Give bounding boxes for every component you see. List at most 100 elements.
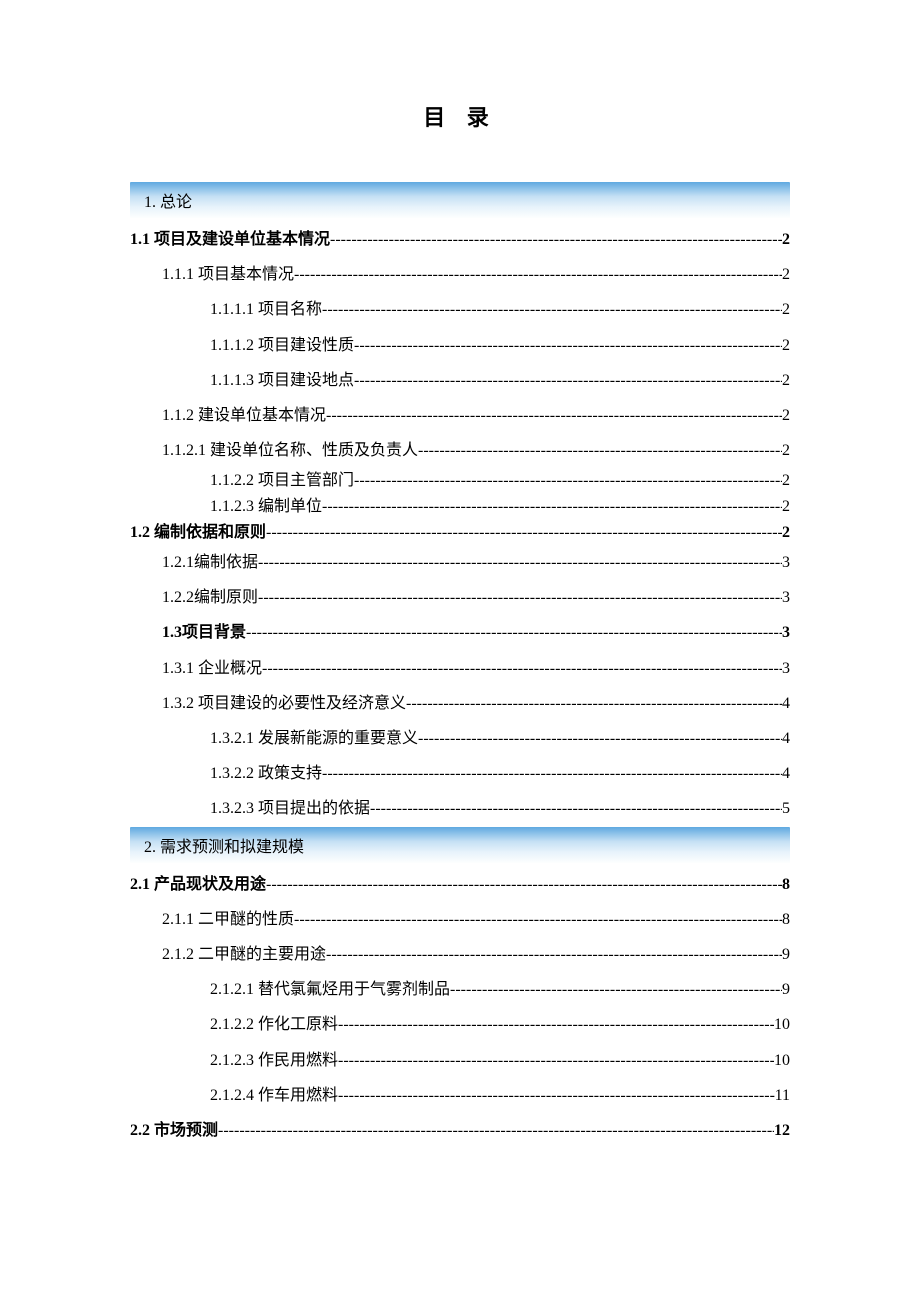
toc-leader-line [354,328,782,363]
toc-entry-label: 1.3.2.3 项目提出的依据 [210,791,370,826]
toc-leader-line [322,756,782,791]
toc-leader-line [370,791,782,826]
toc-entry-label: 1.1.2.3 编制单位 [210,494,322,520]
toc-leader-line [330,222,782,257]
toc-leader-line [418,433,782,468]
toc-entry: 2.1.2.1 替代氯氟烃用于气雾剂制品 9 [130,972,790,1007]
toc-entry-label: 1.1.1.1 项目名称 [210,292,322,327]
toc-leader-line [322,292,782,327]
toc-entry: 2.1.1 二甲醚的性质 8 [130,902,790,937]
toc-entry-label: 2.1.2.3 作民用燃料 [210,1043,338,1078]
toc-leader-line [406,686,782,721]
toc-entry-label: 2.1.1 二甲醚的性质 [162,902,294,937]
toc-entry-page: 2 [782,494,790,520]
toc-leader-line [354,468,782,494]
toc-entry: 2.1 产品现状及用途 8 [130,867,790,902]
toc-leader-line [262,651,782,686]
toc-entry: 1.1.2.3 编制单位 2 [130,494,790,520]
toc-entry-page: 10 [774,1043,790,1078]
toc-entry-page: 2 [782,257,790,292]
toc-entry: 2.1.2.2 作化工原料 10 [130,1007,790,1042]
section-header: 2. 需求预测和拟建规模 [130,827,790,863]
toc-leader-line [258,580,782,615]
toc-leader-line [266,520,782,546]
toc-leader-line [338,1043,774,1078]
toc-leader-line [294,902,782,937]
toc-entry: 1.3.2.3 项目提出的依据 5 [130,791,790,826]
toc-entry-label: 2.1.2.4 作车用燃料 [210,1078,338,1113]
toc-entry: 1.2.2编制原则 3 [130,580,790,615]
toc-entry: 1.1.1.3 项目建设地点 2 [130,363,790,398]
toc-entry-page: 4 [782,756,790,791]
toc-entry-page: 5 [782,791,790,826]
toc-leader-line [326,937,782,972]
toc-entry-page: 2 [782,433,790,468]
toc-entry-label: 1.3.2 项目建设的必要性及经济意义 [162,686,406,721]
toc-leader-line [266,867,782,902]
toc-entry: 2.2 市场预测 12 [130,1113,790,1148]
toc-entry-page: 8 [782,902,790,937]
toc-entry-label: 2.2 市场预测 [130,1113,218,1148]
document-title: 目 录 [130,100,790,132]
toc-entry-label: 1.3.1 企业概况 [162,651,262,686]
toc-entry: 1.1.1 项目基本情况 2 [130,257,790,292]
toc-entry: 2.1.2 二甲醚的主要用途 9 [130,937,790,972]
toc-entry-page: 2 [782,398,790,433]
toc-entry: 1.1.1.2 项目建设性质 2 [130,328,790,363]
toc-entry-page: 2 [782,292,790,327]
toc-leader-line [218,1113,774,1148]
toc-entry: 1.1.2 建设单位基本情况 2 [130,398,790,433]
toc-entry-page: 11 [775,1078,790,1113]
toc-entry: 2.1.2.4 作车用燃料 11 [130,1078,790,1113]
toc-entry-page: 2 [782,363,790,398]
toc-entry-label: 1.1 项目及建设单位基本情况 [130,222,330,257]
toc-entry-label: 1.3.2.2 政策支持 [210,756,322,791]
toc-leader-line [258,545,782,580]
toc-entry: 1.3项目背景 3 [130,615,790,650]
toc-entry: 1.1 项目及建设单位基本情况 2 [130,222,790,257]
toc-entry-page: 10 [774,1007,790,1042]
toc-entry-page: 3 [782,615,790,650]
toc-entry: 1.3.1 企业概况3 [130,651,790,686]
toc-leader-line [450,972,782,1007]
toc-leader-line [246,615,782,650]
toc-entry: 2.1.2.3 作民用燃料 10 [130,1043,790,1078]
toc-leader-line [354,363,782,398]
toc-leader-line [294,257,782,292]
toc-entry-label: 1.2.2编制原则 [162,580,258,615]
toc-leader-line [418,721,782,756]
toc-entry-label: 1.1.1.3 项目建设地点 [210,363,354,398]
toc-entry-label: 1.3.2.1 发展新能源的重要意义 [210,721,418,756]
toc-entry-page: 3 [782,545,790,580]
toc-entry-page: 2 [782,222,790,257]
toc-entry-label: 2.1 产品现状及用途 [130,867,266,902]
toc-entry-page: 2 [782,328,790,363]
table-of-contents: 1. 总论1.1 项目及建设单位基本情况21.1.1 项目基本情况21.1.1.… [130,182,790,1148]
toc-entry-page: 4 [782,721,790,756]
toc-entry-label: 1.1.1.2 项目建设性质 [210,328,354,363]
toc-entry-label: 2.1.2 二甲醚的主要用途 [162,937,326,972]
toc-entry-page: 3 [782,580,790,615]
toc-entry: 1.3.2.1 发展新能源的重要意义 4 [130,721,790,756]
toc-entry-label: 2.1.2.2 作化工原料 [210,1007,338,1042]
toc-entry: 1.1.2.1 建设单位名称、性质及负责人 2 [130,433,790,468]
toc-entry-label: 1.1.1 项目基本情况 [162,257,294,292]
toc-entry-page: 4 [782,686,790,721]
toc-entry-label: 1.1.2 建设单位基本情况 [162,398,326,433]
toc-entry: 1.1.2.2 项目主管部门2 [130,468,790,494]
toc-entry-label: 1.3项目背景 [162,615,246,650]
toc-leader-line [338,1078,775,1113]
toc-entry-label: 1.2 编制依据和原则 [130,520,266,546]
toc-entry-label: 1.1.2.1 建设单位名称、性质及负责人 [162,433,418,468]
toc-entry-page: 12 [774,1113,790,1148]
toc-entry-page: 8 [782,867,790,902]
toc-leader-line [322,494,782,520]
toc-entry-page: 9 [782,937,790,972]
toc-entry-label: 2.1.2.1 替代氯氟烃用于气雾剂制品 [210,972,450,1007]
toc-entry: 1.3.2 项目建设的必要性及经济意义 4 [130,686,790,721]
toc-entry: 1.2 编制依据和原则 2 [130,520,790,546]
toc-entry-page: 9 [782,972,790,1007]
toc-entry-label: 1.2.1编制依据 [162,545,258,580]
toc-entry-label: 1.1.2.2 项目主管部门 [210,468,354,494]
toc-entry-page: 2 [782,520,790,546]
